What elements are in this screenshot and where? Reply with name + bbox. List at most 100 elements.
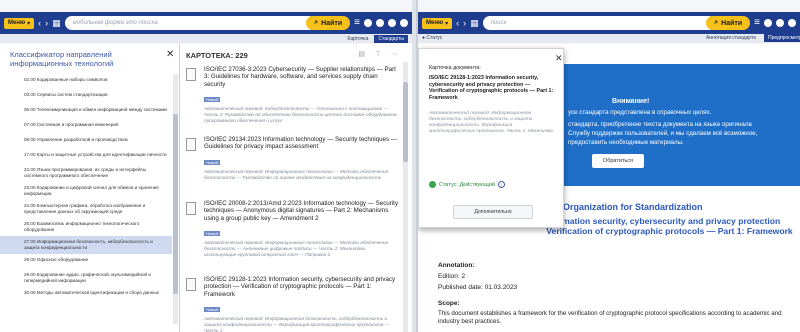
edition-text: Edition: 2 (438, 273, 466, 280)
scope-label: Scope: (438, 300, 460, 307)
status-badge: Новый (204, 230, 221, 236)
right-topbar: Меню ▾ ‹ › ▦ поиск ⌕ Найти ≡ (418, 12, 800, 34)
list-item[interactable]: 24.00 Компьютерная графика, обработка из… (0, 200, 172, 218)
tab-card[interactable]: Карточка (343, 35, 372, 43)
settings-icon[interactable] (376, 19, 384, 27)
scroll-thumb[interactable] (403, 82, 408, 162)
classifier-scrollbar[interactable] (173, 74, 178, 324)
document-card-popup: ✕ Карточка документа: ISO/IEC 29128-1:20… (418, 48, 564, 228)
cards-scrollbar[interactable] (403, 62, 408, 332)
popup-title: ISO/IEC 29128-1:2023 Information securit… (429, 75, 554, 101)
banner-text: усе стандарта представлена в справочных … (568, 109, 712, 116)
search-icon: ⌕ (714, 19, 719, 26)
back-icon[interactable]: ‹ (456, 18, 459, 28)
help-icon[interactable] (788, 19, 796, 27)
chevron-down-icon: ▾ (445, 20, 449, 27)
list-item[interactable]: ISO/IEC 20008-2:2013/Amd 2:2023 Informat… (186, 200, 398, 258)
settings-icon[interactable] (776, 19, 784, 27)
list-item[interactable]: ISO/IEC 29134:2023 Information technolog… (186, 136, 398, 181)
banner-text: стандарта, приобретение текста документа… (568, 121, 752, 128)
list-item[interactable]: 08.00 Управление разработкой и производс… (0, 134, 172, 149)
status-badge: Новый (204, 306, 221, 312)
tab-annotation[interactable]: Аннотация стандарта (702, 34, 760, 42)
status-text: Статус: Действующий (439, 181, 495, 188)
right-tabs: ● Статус Аннотация стандарта Предпросмот… (418, 34, 800, 43)
tab-preview[interactable]: Предпросмотр (764, 34, 800, 42)
user-icon[interactable] (764, 19, 772, 27)
search-input[interactable]: мобильная форма это поиска (64, 16, 317, 30)
help-icon[interactable] (388, 19, 396, 27)
card-list-panel: КАРТОТЕКА: 229 ▤ ⊤ ⋯ ISO/IEC 27036-3:202… (180, 44, 412, 332)
annotation-label: Annotation: (438, 262, 475, 269)
status-badge: Новый (204, 159, 221, 165)
left-tabs: Карточка Стандарты (0, 34, 412, 43)
hamburger-icon[interactable]: ≡ (354, 18, 360, 28)
banner-text: предоставить необходимые материалы. (568, 139, 684, 146)
right-window: Меню ▾ ‹ › ▦ поиск ⌕ Найти ≡ ● Статус Анно… (416, 0, 800, 332)
popup-status: Статус: Действующий i (429, 181, 505, 188)
card-title[interactable]: ISO/IEC 29128-1:2023 Information securit… (204, 276, 398, 298)
document-title-line: rmation security, cybersecurity and priv… (558, 216, 781, 226)
notifications-icon[interactable] (400, 19, 408, 27)
hamburger-icon[interactable]: ≡ (754, 18, 760, 28)
banner-title: Внимание! (612, 98, 650, 105)
list-item[interactable]: 30.00 Методы автоматической идентификаци… (0, 287, 172, 302)
list-item[interactable]: 28.00 Офисное оборудование (0, 254, 172, 269)
back-icon[interactable]: ‹ (38, 18, 41, 28)
menu-button[interactable]: Меню ▾ (422, 17, 453, 29)
list-item-selected[interactable]: 27.00 Информационная безопасность, кибер… (0, 236, 172, 254)
published-date: Published date: 01.03.2023 (438, 284, 518, 291)
info-icon[interactable]: i (497, 181, 505, 188)
grid-icon[interactable]: ▦ (470, 18, 479, 28)
popup-header: Карточка документа: (429, 65, 481, 71)
contact-button[interactable]: Обратиться (592, 154, 644, 168)
list-item[interactable]: 02.00 Кодированные наборы символов (0, 74, 172, 89)
list-item[interactable]: 25.00 Взаимосвязь информационно технолог… (0, 218, 172, 236)
tab-standards[interactable]: Стандарты (374, 34, 408, 43)
forward-icon[interactable]: › (45, 18, 48, 28)
status-badge: Новый (204, 96, 221, 102)
menu-button[interactable]: Меню ▾ (4, 17, 35, 29)
card-description: Автоматический перевод: Информационные т… (204, 239, 389, 257)
classifier-list: 02.00 Кодированные наборы символов 03.00… (0, 74, 172, 302)
cards-header: КАРТОТЕКА: 229 (186, 51, 248, 60)
forward-icon[interactable]: › (463, 18, 466, 28)
classifier-title: Классификатор направлений информационных… (10, 50, 114, 68)
close-icon[interactable]: ✕ (555, 53, 563, 64)
card-title[interactable]: ISO/IEC 20008-2:2013/Amd 2:2023 Informat… (204, 200, 398, 222)
document-icon (186, 278, 196, 291)
left-window: Меню ▾ ‹ › ▦ мобильная форма это поиска ⌕… (0, 0, 412, 332)
user-icon[interactable] (364, 19, 372, 27)
card-title[interactable]: ISO/IEC 27036-3:2023 Cybersecurity — Sup… (204, 66, 398, 88)
scope-text: This document establishes a framework fo… (438, 310, 782, 325)
status-check-icon (429, 181, 436, 188)
status-dot-icon: ● (422, 35, 426, 41)
banner-text: Службу поддержки пользователей, и мы сде… (568, 130, 758, 137)
list-item[interactable]: 07.00 Системная и программная инженерия (0, 119, 172, 134)
card-title[interactable]: ISO/IEC 29134:2023 Information technolog… (204, 136, 398, 151)
search-input[interactable]: поиск (482, 16, 717, 30)
document-title-line: Verification of cryptographic protocols … (546, 226, 793, 236)
filter-icon[interactable]: ▤ ⊤ ⋯ (358, 50, 402, 58)
organization-name: onal Organization for Standardization (542, 202, 703, 212)
card-description: Автоматический перевод: Кибербезопасност… (204, 105, 398, 123)
find-button[interactable]: ⌕ Найти (706, 16, 751, 30)
list-item[interactable]: 03.00 Сервисы систем стандартизации (0, 89, 172, 104)
list-item[interactable]: 06.00 Телекоммуникация и обмен информаци… (0, 104, 172, 119)
scroll-thumb[interactable] (173, 114, 178, 294)
status-tab[interactable]: ● Статус (422, 35, 442, 41)
list-item[interactable]: 17.00 Карты и защитные устройства для ид… (0, 149, 172, 164)
list-item[interactable]: 22.00 Языки программирования, их среды и… (0, 164, 172, 182)
document-icon (186, 68, 196, 81)
card-description: Автоматический перевод: Информационные т… (204, 168, 389, 180)
find-button[interactable]: ⌕ Найти (306, 16, 351, 30)
document-title: rmation security, cybersecurity and priv… (542, 216, 797, 236)
list-item[interactable]: ISO/IEC 29128-1:2023 Information securit… (186, 276, 398, 332)
grid-icon[interactable]: ▦ (52, 18, 61, 28)
details-button[interactable]: Дополнительно (453, 205, 533, 219)
list-item[interactable]: 23.00 Кодирование и цифровой сигнал для … (0, 182, 172, 200)
list-item[interactable]: 29.00 Кодирование аудио, графической, му… (0, 269, 172, 287)
close-icon[interactable]: ✕ (166, 49, 174, 60)
document-icon (186, 138, 196, 151)
list-item[interactable]: ISO/IEC 27036-3:2023 Cybersecurity — Sup… (186, 66, 398, 124)
